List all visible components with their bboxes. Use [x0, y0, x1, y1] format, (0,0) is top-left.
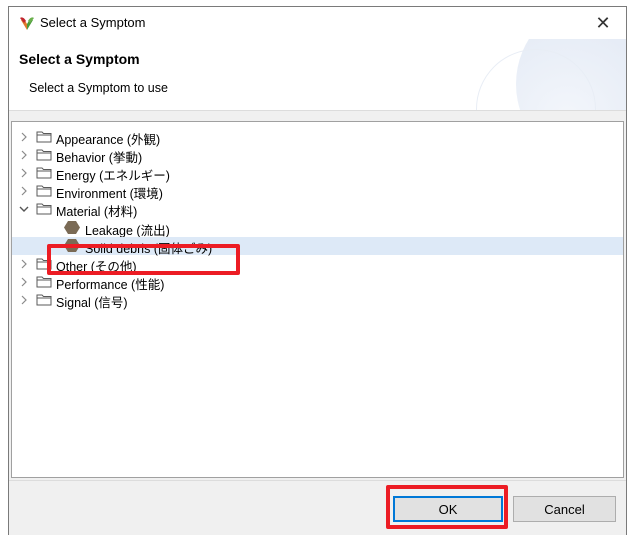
chevron-right-icon[interactable]	[18, 183, 30, 199]
folder-icon	[36, 258, 52, 270]
folder-icon	[36, 149, 52, 161]
close-icon: ✕	[595, 12, 611, 33]
header-title: Select a Symptom	[19, 51, 140, 67]
folder-icon	[36, 203, 52, 215]
chevron-down-icon[interactable]	[18, 201, 30, 217]
tree-folder-row[interactable]: Behavior (挙動)	[12, 146, 623, 165]
folder-icon	[36, 131, 52, 143]
ok-button[interactable]: OK	[393, 496, 503, 522]
window-title: Select a Symptom	[40, 15, 146, 30]
hexagon-symptom-icon	[64, 221, 80, 234]
dialog-footer: OK Cancel	[9, 480, 626, 535]
tree-folder-row[interactable]: Energy (エネルギー)	[12, 164, 623, 183]
tree-folder-row[interactable]: Appearance (外観)	[12, 128, 623, 147]
folder-icon	[36, 276, 52, 288]
tree-symptom-row[interactable]: Leakage (流出)	[12, 219, 623, 238]
tree-folder-row[interactable]: Other (その他)	[12, 255, 623, 274]
chevron-right-icon[interactable]	[18, 274, 30, 290]
chevron-right-icon[interactable]	[18, 147, 30, 163]
app-logo-icon	[20, 17, 34, 30]
title-bar: Select a Symptom ✕	[9, 7, 626, 39]
tree-folder-row[interactable]: Environment (環境)	[12, 182, 623, 201]
chevron-right-icon[interactable]	[18, 292, 30, 308]
tree-folder-row[interactable]: Performance (性能)	[12, 273, 623, 292]
close-button[interactable]: ✕	[580, 7, 626, 39]
chevron-right-icon[interactable]	[18, 256, 30, 272]
folder-icon	[36, 167, 52, 179]
cancel-button[interactable]: Cancel	[513, 496, 616, 522]
chevron-right-icon[interactable]	[18, 165, 30, 181]
tree-symptom-row[interactable]: Solid debris (固体ごみ)	[12, 237, 623, 256]
chevron-right-icon[interactable]	[18, 129, 30, 145]
folder-icon	[36, 185, 52, 197]
dialog-header: Select a Symptom Select a Symptom to use	[9, 39, 626, 111]
tree-item-label: Material (材料)	[56, 205, 138, 219]
symptom-tree[interactable]: Appearance (外観) Behavior (挙動) Energy (エネルギ…	[11, 121, 624, 478]
tree-folder-row[interactable]: Material (材料)	[12, 200, 623, 219]
hexagon-symptom-icon	[64, 239, 80, 252]
select-symptom-dialog: Select a Symptom ✕ Select a Symptom Sele…	[8, 6, 627, 535]
header-message: Select a Symptom to use	[29, 81, 168, 95]
tree-item-label: Signal (信号)	[56, 296, 128, 310]
tree-folder-row[interactable]: Signal (信号)	[12, 291, 623, 310]
folder-icon	[36, 294, 52, 306]
